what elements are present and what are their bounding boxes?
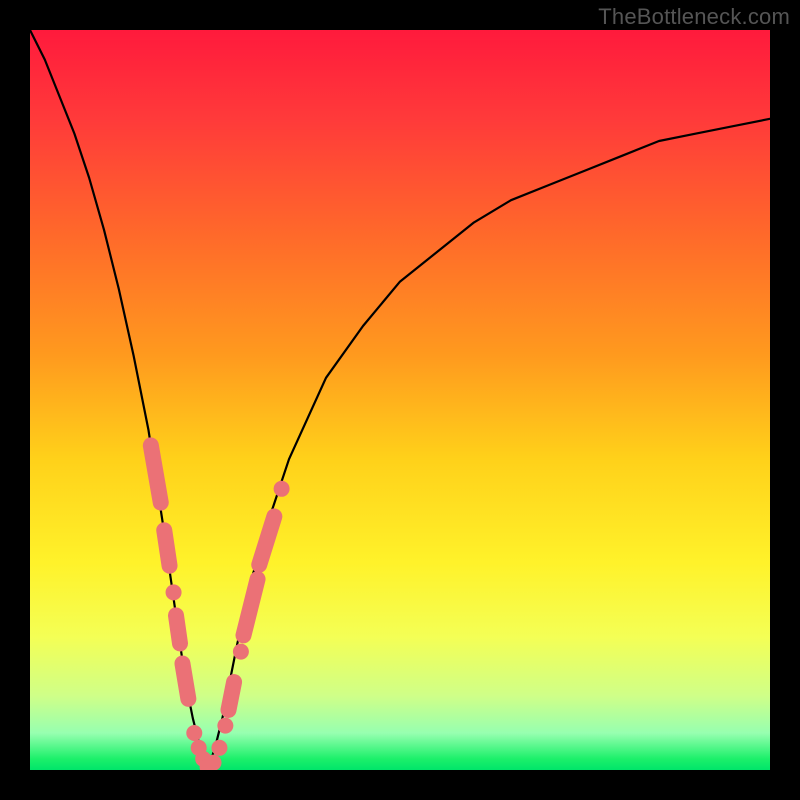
overlay-svg (30, 30, 770, 770)
marker-dot (233, 644, 249, 660)
marker-group (142, 436, 290, 770)
marker-dot (211, 740, 227, 756)
plot-area (30, 30, 770, 770)
marker-capsule (155, 521, 179, 575)
marker-capsule (234, 569, 267, 645)
marker-dot (206, 755, 222, 770)
watermark-text: TheBottleneck.com (598, 4, 790, 30)
marker-capsule (219, 673, 243, 720)
chart-stage: TheBottleneck.com (0, 0, 800, 800)
marker-capsule (167, 606, 189, 652)
marker-dot (274, 481, 290, 497)
marker-capsule (142, 436, 170, 512)
marker-capsule (249, 506, 284, 574)
marker-dot (186, 725, 202, 741)
bottleneck-curve (30, 30, 770, 770)
marker-dot (217, 718, 233, 734)
marker-capsule (173, 654, 197, 708)
marker-dot (166, 584, 182, 600)
